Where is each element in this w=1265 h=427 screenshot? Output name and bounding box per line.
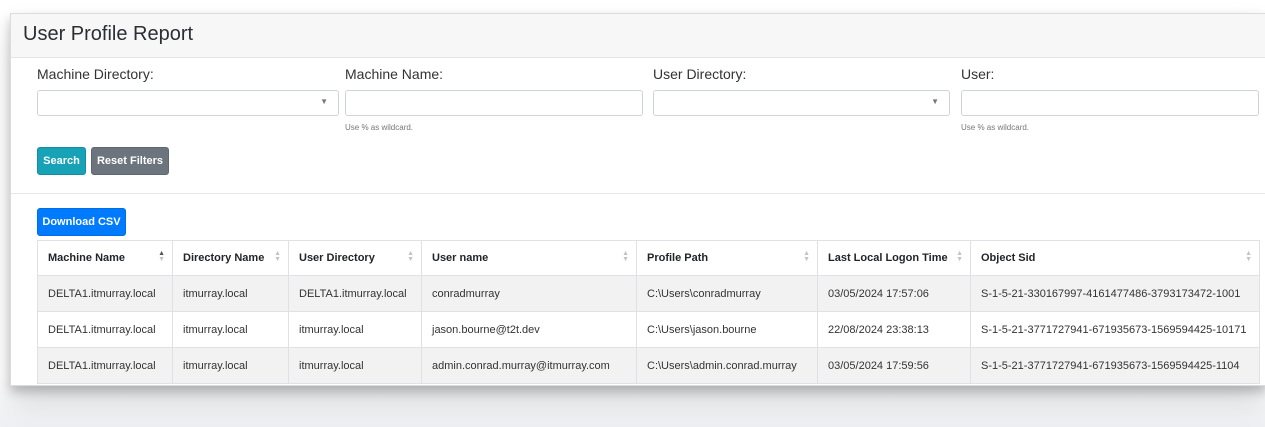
cell-user-directory: itmurray.local — [288, 311, 422, 348]
cell-last-logon: 03/05/2024 17:59:56 — [817, 347, 971, 384]
sort-icon: ▲ ▼ — [1245, 250, 1252, 263]
user-directory-label: User Directory: — [653, 66, 747, 82]
table-row: DELTA1.itmurray.local itmurray.local itm… — [37, 311, 1260, 348]
cell-user-directory: itmurray.local — [288, 347, 422, 384]
column-header-machine-name[interactable]: Machine Name ▲ ▼ — [37, 240, 173, 276]
sort-icon: ▲ ▼ — [622, 250, 629, 263]
machine-name-hint: Use % as wildcard. — [345, 123, 414, 132]
cell-machine-name: DELTA1.itmurray.local — [37, 275, 173, 312]
cell-object-sid: S-1-5-21-3771727941-671935673-1569594425… — [970, 347, 1260, 384]
machine-directory-label: Machine Directory: — [37, 66, 154, 82]
cell-directory-name: itmurray.local — [172, 311, 289, 348]
table-header-row: Machine Name ▲ ▼ Directory Name ▲ ▼ User Dir… — [37, 240, 1260, 276]
cell-user-name: jason.bourne@t2t.dev — [421, 311, 637, 348]
sort-icon: ▲ ▼ — [803, 250, 810, 263]
sort-icon: ▲ ▼ — [274, 250, 281, 263]
column-header-directory-name[interactable]: Directory Name ▲ ▼ — [172, 240, 289, 276]
column-header-profile-path[interactable]: Profile Path ▲ ▼ — [636, 240, 818, 276]
table-row: DELTA1.itmurray.local itmurray.local DEL… — [37, 275, 1260, 312]
cell-directory-name: itmurray.local — [172, 347, 289, 384]
search-button[interactable]: Search — [37, 147, 86, 175]
cell-object-sid: S-1-5-21-330167997-4161477486-3793173472… — [970, 275, 1260, 312]
download-csv-button[interactable]: Download CSV — [37, 208, 126, 236]
sort-icon: ▲ ▼ — [956, 250, 963, 263]
column-header-object-sid[interactable]: Object Sid ▲ ▼ — [970, 240, 1260, 276]
report-card: User Profile Report Machine Directory: ▼… — [10, 13, 1265, 386]
cell-machine-name: DELTA1.itmurray.local — [37, 311, 173, 348]
cell-user-name: conradmurray — [421, 275, 637, 312]
cell-object-sid: S-1-5-21-3771727941-671935673-1569594425… — [970, 311, 1260, 348]
column-header-user-directory[interactable]: User Directory ▲ ▼ — [288, 240, 422, 276]
cell-profile-path: C:\Users\conradmurray — [636, 275, 818, 312]
machine-name-label: Machine Name: — [345, 66, 444, 82]
card-header: User Profile Report — [11, 14, 1265, 58]
user-hint: Use % as wildcard. — [961, 123, 1030, 132]
cell-machine-name: DELTA1.itmurray.local — [37, 347, 173, 384]
sort-icon: ▲ ▼ — [407, 250, 414, 263]
cell-user-name: admin.conrad.murray@itmurray.com — [421, 347, 637, 384]
cell-user-directory: DELTA1.itmurray.local — [288, 275, 422, 312]
page-title: User Profile Report — [23, 23, 194, 45]
user-directory-select[interactable]: ▼ — [653, 90, 950, 116]
cell-last-logon: 22/08/2024 23:38:13 — [817, 311, 971, 348]
table-row: DELTA1.itmurray.local itmurray.local itm… — [37, 347, 1260, 384]
column-header-user-name[interactable]: User name ▲ ▼ — [421, 240, 637, 276]
machine-name-input[interactable] — [345, 90, 643, 116]
cell-profile-path: C:\Users\jason.bourne — [636, 311, 818, 348]
user-profile-table: Machine Name ▲ ▼ Directory Name ▲ ▼ User Dir… — [37, 240, 1260, 384]
cell-profile-path: C:\Users\admin.conrad.murray — [636, 347, 818, 384]
user-label: User: — [961, 66, 995, 82]
caret-down-icon: ▼ — [320, 97, 328, 106]
caret-down-icon: ▼ — [931, 97, 939, 106]
reset-filters-button[interactable]: Reset Filters — [91, 147, 169, 175]
user-input[interactable] — [961, 90, 1259, 116]
cell-directory-name: itmurray.local — [172, 275, 289, 312]
sort-icon: ▲ ▼ — [158, 250, 165, 263]
column-header-last-logon[interactable]: Last Local Logon Time ▲ ▼ — [817, 240, 971, 276]
machine-directory-select[interactable]: ▼ — [37, 90, 339, 116]
section-divider — [11, 193, 1265, 194]
cell-last-logon: 03/05/2024 17:57:06 — [817, 275, 971, 312]
